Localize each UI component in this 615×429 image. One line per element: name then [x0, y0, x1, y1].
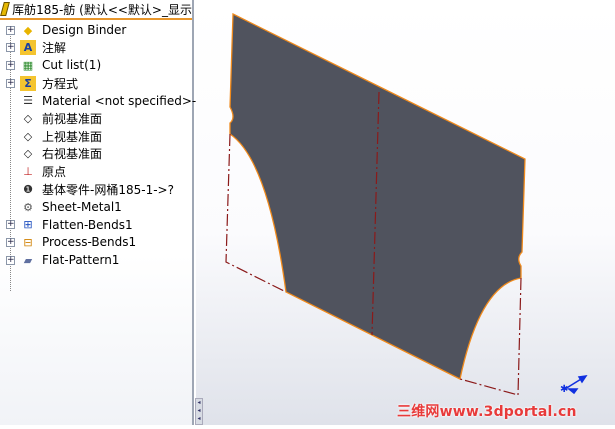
- flatten-bends-icon: ⊞: [23, 218, 33, 232]
- equations-icon: Σ: [20, 75, 36, 91]
- graphics-viewport[interactable]: ✱: [196, 0, 615, 425]
- tree-item[interactable]: ⊥ 原点: [0, 163, 192, 181]
- plane-icon: ◇: [23, 147, 33, 161]
- tree-item-label: 基体零件-网桶185-1->?: [42, 182, 174, 197]
- material-icon: ☰: [23, 94, 33, 108]
- tree-item-label: 上视基准面: [42, 129, 103, 144]
- process-bends-icon: ⊟: [23, 235, 33, 249]
- cut-list-icon: ▦: [22, 58, 34, 72]
- tree-item[interactable]: + ▰ Flat-Pattern1: [0, 251, 192, 269]
- plane-icon: ◇: [23, 129, 33, 143]
- flat-pattern-model[interactable]: ✱: [196, 0, 615, 425]
- tree-item[interactable]: + ⊟ Process-Bends1: [0, 233, 192, 251]
- tree-item[interactable]: + ▦ Cut list(1): [0, 56, 192, 74]
- tree-item-label: Material <not specified>->: [42, 93, 207, 108]
- tree-item-label: Flat-Pattern1: [42, 253, 120, 268]
- flat-pattern-icon: ▰: [23, 253, 33, 267]
- tree-item[interactable]: ☰ Material <not specified>->: [0, 92, 206, 110]
- tree-item-label: 注解: [42, 41, 67, 56]
- triad-icon: ✱: [560, 375, 588, 395]
- expand-toggle[interactable]: +: [6, 255, 15, 265]
- expand-toggle[interactable]: +: [6, 25, 15, 35]
- tree-item-label: Cut list(1): [42, 58, 102, 73]
- tree-item-label: Design Binder: [42, 23, 127, 37]
- tree-item-label: 方程式: [42, 76, 79, 91]
- tree-item[interactable]: ◇ 前视基准面: [0, 110, 192, 128]
- flat-pattern-face: [229, 12, 526, 380]
- tree-item-label: Sheet-Metal1: [42, 200, 122, 214]
- svg-text:✱: ✱: [560, 384, 568, 395]
- expand-toggle[interactable]: +: [6, 237, 15, 247]
- panel-collapse-handle[interactable]: ◂ ◂ ◂: [195, 398, 203, 425]
- tree-item-label: Flatten-Bends1: [42, 217, 133, 232]
- tree-item-label: Process-Bends1: [42, 235, 137, 250]
- tree-item[interactable]: ◇ 右视基准面: [0, 145, 192, 163]
- tree-item[interactable]: + Σ 方程式: [0, 74, 192, 92]
- tree-item[interactable]: ❶ 基体零件-网桶185-1->?: [0, 180, 192, 198]
- part-title[interactable]: 厍舫185-舫 (默认<<默认>_显示: [0, 0, 192, 20]
- tree-item-label: 右视基准面: [42, 147, 103, 162]
- origin-icon: ⊥: [23, 165, 33, 179]
- tree-item[interactable]: ◇ 上视基准面: [0, 127, 192, 145]
- expand-toggle[interactable]: +: [6, 43, 15, 53]
- watermark: 三维网www.3dportal.cn: [397, 404, 577, 420]
- part-icon: [0, 2, 10, 16]
- sheet-metal-icon: ⚙: [23, 200, 33, 214]
- expand-toggle[interactable]: +: [6, 78, 15, 88]
- feature-manager-tree: 厍舫185-舫 (默认<<默认>_显示 + ◆ Design Binder + A 注解 +…: [0, 0, 206, 425]
- tree-item[interactable]: + ⊞ Flatten-Bends1: [0, 216, 192, 234]
- tree-item-label: 原点: [42, 165, 67, 180]
- expand-toggle[interactable]: +: [6, 220, 15, 230]
- annotations-icon: A: [20, 40, 36, 56]
- part-title-text: 厍舫185-舫 (默认<<默认>_显示: [12, 2, 192, 17]
- tree-item[interactable]: + A 注解: [0, 39, 192, 57]
- tree-item[interactable]: ⚙ Sheet-Metal1: [0, 198, 192, 216]
- tree-item[interactable]: + ◆ Design Binder: [0, 21, 192, 39]
- expand-toggle[interactable]: +: [6, 60, 15, 70]
- design-binder-icon: ◆: [23, 23, 33, 37]
- base-part-icon: ❶: [23, 182, 33, 196]
- plane-icon: ◇: [23, 112, 33, 125]
- tree-item-label: 前视基准面: [42, 112, 103, 126]
